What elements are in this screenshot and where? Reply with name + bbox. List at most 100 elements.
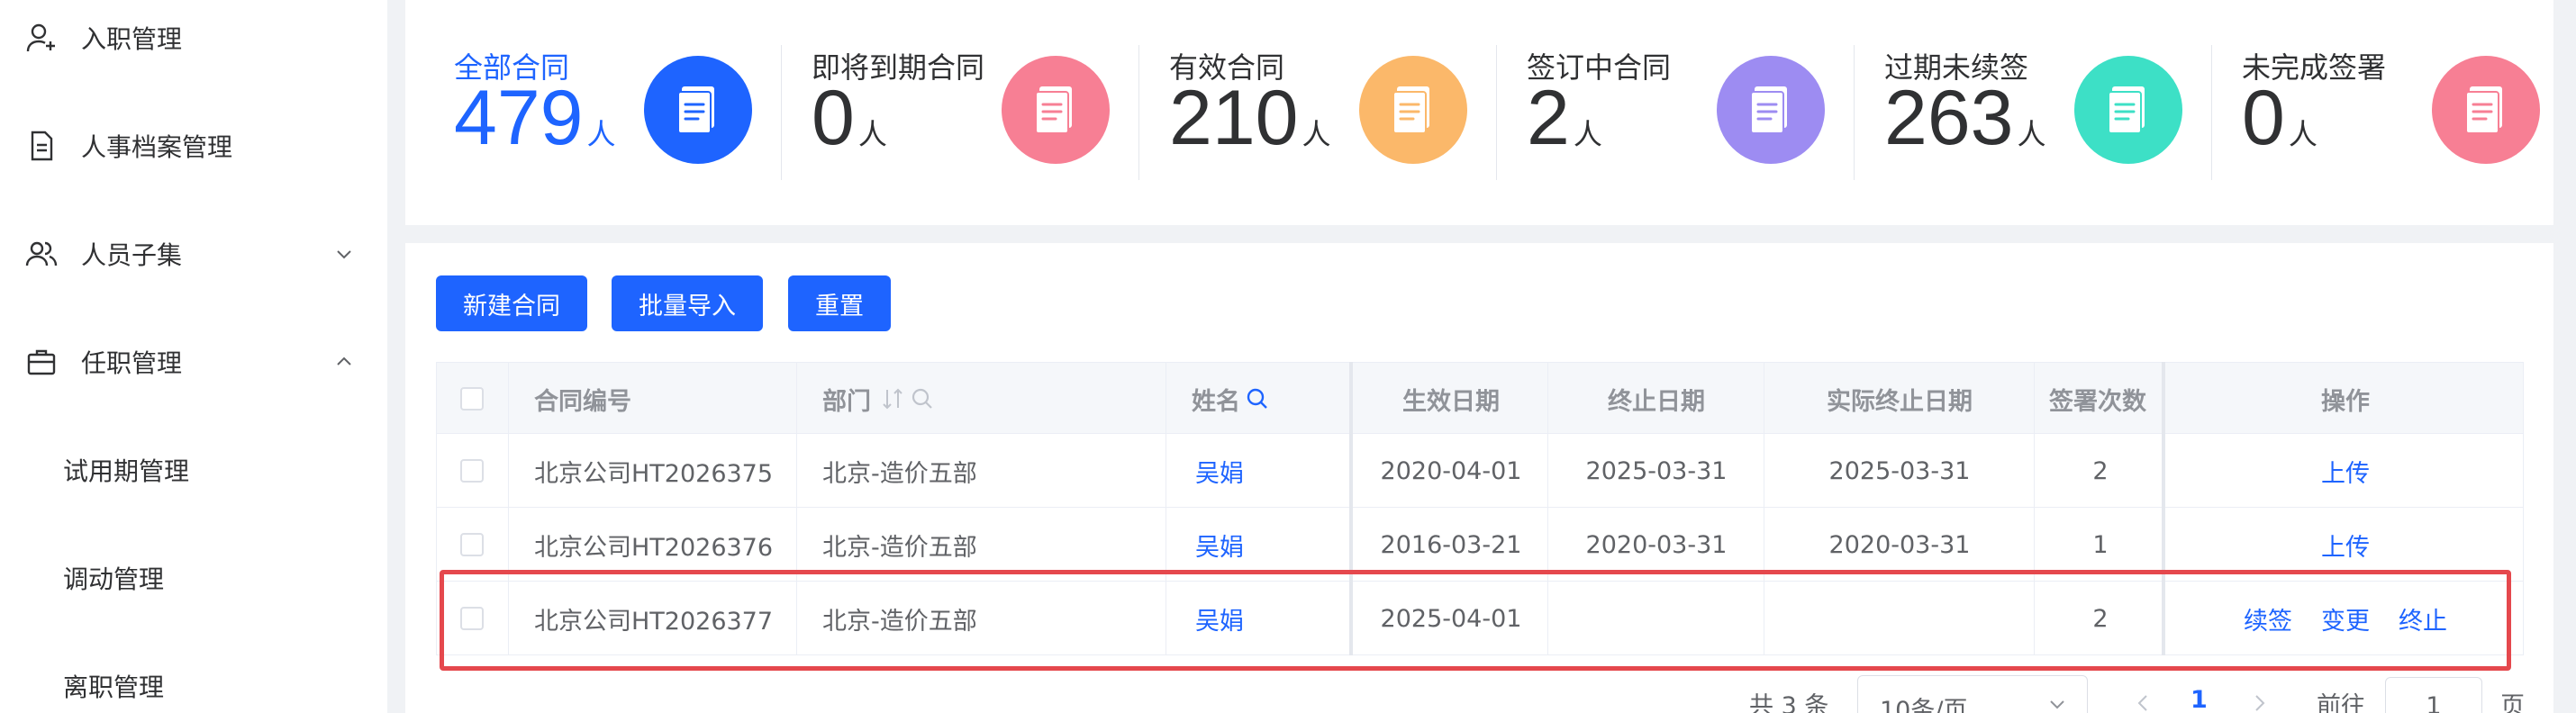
stat-number: 0: [2242, 75, 2285, 161]
column-header-dept: 部门: [822, 363, 934, 435]
cell-dept: 北京-造价五部: [822, 459, 977, 488]
stat-unit: 人: [1302, 117, 1331, 151]
stat-item[interactable]: 有效合同 210 人: [1169, 36, 1500, 189]
cell-sign-count: 1: [2092, 530, 2109, 559]
goto-page-input[interactable]: 1: [2385, 677, 2482, 713]
sidebar-subitem-resignation[interactable]: 离职管理: [0, 650, 387, 713]
row-checkbox[interactable]: [460, 434, 484, 508]
sidebar-item-label: 任职管理: [81, 348, 183, 378]
row-action-link[interactable]: 变更: [2321, 601, 2370, 636]
stat-divider: [2211, 45, 2212, 180]
cell-end-date: 2025-03-31: [1585, 456, 1728, 485]
batch-import-button[interactable]: 批量导入: [612, 275, 763, 331]
user-add-icon: [25, 22, 58, 54]
chevron-down-icon: [333, 243, 355, 265]
row-action-link[interactable]: 续签: [2244, 601, 2292, 636]
column-header-dept-label: 部门: [822, 387, 871, 416]
stat-item[interactable]: 全部合同 479 人: [454, 36, 785, 189]
cell-number: 北京公司HT2026376: [534, 533, 774, 562]
sidebar-item-position-management[interactable]: 任职管理: [0, 326, 387, 398]
table-header: 合同编号 部门 姓名 生效日期 终止日期 实际终止日期 签署次数 操作: [436, 362, 2524, 434]
cell-dept: 北京-造价五部: [822, 607, 977, 636]
row-checkbox[interactable]: [460, 508, 484, 582]
cell-actions: 续签 变更 终止: [2166, 582, 2525, 655]
column-header-sign-count: 签署次数: [2049, 387, 2146, 416]
sidebar-item-hr-files[interactable]: 人事档案管理: [0, 110, 387, 182]
sidebar-subitem-label: 离职管理: [63, 672, 165, 702]
sidebar-subitem-transfer[interactable]: 调动管理: [0, 542, 387, 614]
select-all-checkbox[interactable]: [460, 363, 484, 435]
stat-divider: [1138, 45, 1139, 180]
column-header-name: 姓名: [1192, 363, 1269, 435]
row-action-link[interactable]: 上传: [2321, 528, 2370, 563]
contract-icon: [644, 56, 752, 164]
stat-unit: 人: [2288, 117, 2317, 151]
cell-number: 北京公司HT2026377: [534, 607, 774, 636]
stat-divider: [781, 45, 782, 180]
goto-label: 前往: [2317, 692, 2365, 713]
stat-number: 2: [1527, 75, 1570, 161]
sidebar-subitem-label: 调动管理: [63, 564, 165, 594]
cell-start-date: 2016-03-21: [1380, 530, 1522, 559]
sidebar-subitem-label: 试用期管理: [63, 456, 190, 486]
page-number-current[interactable]: 1: [2191, 686, 2208, 713]
cell-start-date: 2025-04-01: [1380, 604, 1522, 633]
stat-divider: [1854, 45, 1855, 180]
cell-dept: 北京-造价五部: [822, 533, 977, 562]
cell-sign-count: 2: [2092, 604, 2109, 633]
row-action-link[interactable]: 终止: [2399, 601, 2447, 636]
stat-item[interactable]: 签订中合同 2 人: [1527, 36, 1857, 189]
sidebar-item-label: 入职管理: [81, 24, 183, 54]
column-header-actual-end-date: 实际终止日期: [1827, 387, 1973, 416]
stat-item[interactable]: 过期未续签 263 人: [1884, 36, 2215, 189]
cell-number: 北京公司HT2026375: [534, 459, 774, 488]
filter-search-icon[interactable]: [911, 387, 934, 411]
prev-page-button[interactable]: [2135, 691, 2153, 713]
row-checkbox[interactable]: [460, 582, 484, 655]
sidebar-item-label: 人事档案管理: [81, 132, 233, 162]
cell-actions: 上传: [2166, 508, 2525, 582]
table-row[interactable]: 北京公司HT2026376 北京-造价五部 吴娟 2016-03-21 2020-03-…: [436, 508, 2524, 582]
reset-button[interactable]: 重置: [788, 275, 891, 331]
stat-item[interactable]: 即将到期合同 0 人: [812, 36, 1142, 189]
contract-icon: [1359, 56, 1467, 164]
row-action-link[interactable]: 上传: [2321, 454, 2370, 489]
sidebar-subitem-probation[interactable]: 试用期管理: [0, 434, 387, 506]
cell-sign-count: 2: [2092, 456, 2109, 485]
briefcase-icon: [25, 346, 58, 378]
sort-icon[interactable]: [880, 387, 907, 411]
stat-unit: 人: [586, 117, 616, 151]
cell-name-link[interactable]: 吴娟: [1195, 508, 1244, 582]
document-icon: [25, 130, 58, 162]
cell-name-link[interactable]: 吴娟: [1195, 434, 1244, 508]
column-header-actions: 操作: [2321, 387, 2370, 416]
contract-table-card: 新建合同 批量导入 重置 合同编号 部门 姓名 生效日期 终止日期 实际终止日期…: [405, 243, 2553, 713]
table-row[interactable]: 北京公司HT2026377 北京-造价五部 吴娟 2025-04-01 2 续签 变更 终止: [436, 582, 2524, 655]
next-page-button[interactable]: [2250, 691, 2268, 713]
new-contract-button[interactable]: 新建合同: [436, 275, 587, 331]
sidebar-item-onboarding[interactable]: 入职管理: [0, 2, 387, 74]
stat-value: 2人: [1527, 79, 1602, 157]
stat-unit: 人: [2017, 117, 2046, 151]
pagination-total: 共 3 条: [1749, 692, 1829, 713]
stat-divider: [1496, 45, 1497, 180]
table-row[interactable]: 北京公司HT2026375 北京-造价五部 吴娟 2020-04-01 2025-03-…: [436, 434, 2524, 508]
stat-unit: 人: [1573, 117, 1602, 151]
column-header-end-date: 终止日期: [1608, 387, 1705, 416]
cell-actions: 上传: [2166, 434, 2525, 508]
stat-value: 479 人: [454, 79, 616, 157]
cell-actual-end-date: 2025-03-31: [1828, 456, 1971, 485]
sidebar-item-label: 人员子集: [81, 240, 183, 270]
cell-name-link[interactable]: 吴娟: [1195, 582, 1244, 655]
cell-actual-end-date: [1764, 582, 2035, 655]
stat-unit: 人: [857, 117, 887, 151]
chevron-down-icon: [2047, 692, 2067, 713]
stat-item[interactable]: 未完成签署 0 人: [2242, 36, 2572, 189]
stat-number: 479: [454, 75, 584, 161]
stat-value: 0人: [2242, 79, 2317, 157]
sidebar-item-personnel-subset[interactable]: 人员子集: [0, 218, 387, 290]
stat-value: 263 人: [1884, 79, 2046, 157]
stat-value: 0人: [812, 79, 887, 157]
page-size-select[interactable]: 10条/页: [1857, 675, 2088, 713]
name-search-icon[interactable]: [1246, 387, 1269, 411]
